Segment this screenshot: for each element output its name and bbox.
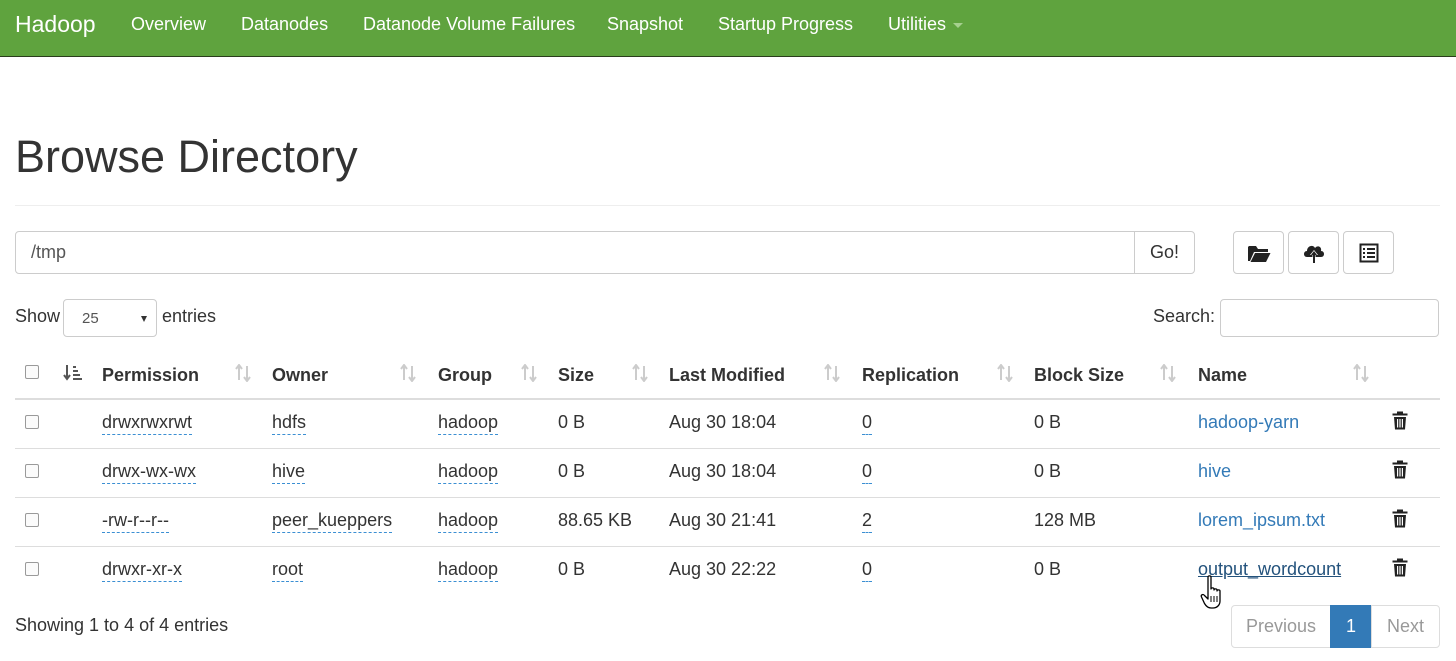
file-name-link[interactable]: hadoop-yarn xyxy=(1198,412,1299,433)
permission-cell[interactable]: drwx-wx-wx xyxy=(102,461,196,484)
sort-both-icon[interactable] xyxy=(1353,364,1369,382)
replication-cell[interactable]: 2 xyxy=(862,510,873,533)
group-cell[interactable]: hadoop xyxy=(438,559,499,582)
entries-select-value: 25 xyxy=(82,310,99,327)
size-cell: 0 B xyxy=(558,412,586,432)
size-cell: 0 B xyxy=(558,461,586,481)
last-modified-cell: Aug 30 18:04 xyxy=(669,412,777,432)
replication-cell[interactable]: 0 xyxy=(862,461,873,484)
caret-down-icon xyxy=(953,22,964,28)
group-cell[interactable]: hadoop xyxy=(438,461,499,484)
last-modified-cell: Aug 30 18:04 xyxy=(669,461,777,481)
hand-pointer-icon xyxy=(1200,575,1221,609)
search-input[interactable] xyxy=(1220,299,1439,337)
trash-icon[interactable] xyxy=(1392,509,1408,528)
entries-label: entries xyxy=(162,306,217,326)
row-checkbox[interactable] xyxy=(25,562,39,576)
nav-utilities-dropdown[interactable]: Utilities xyxy=(888,14,964,35)
last-modified-cell: Aug 30 21:41 xyxy=(669,510,777,530)
entries-per-page-select[interactable]: 25 xyxy=(63,299,157,337)
trash-icon[interactable] xyxy=(1392,558,1408,577)
file-name-link[interactable]: hive xyxy=(1198,461,1231,482)
row-divider xyxy=(15,448,1440,449)
nav-utilities-label: Utilities xyxy=(888,14,947,34)
row-divider xyxy=(15,546,1440,547)
col-block-size[interactable]: Block Size xyxy=(1034,365,1124,386)
permission-cell[interactable]: -rw-r--r-- xyxy=(102,510,169,533)
nav-volume-failures[interactable]: Datanode Volume Failures xyxy=(363,14,575,35)
brand-link[interactable]: Hadoop xyxy=(15,11,96,38)
table-header-divider xyxy=(15,398,1440,400)
trash-icon[interactable] xyxy=(1392,411,1408,430)
col-replication[interactable]: Replication xyxy=(862,365,959,386)
sort-both-icon[interactable] xyxy=(235,364,251,382)
nav-overview[interactable]: Overview xyxy=(131,14,206,35)
sort-both-icon[interactable] xyxy=(400,364,416,382)
select-arrow-icon xyxy=(141,316,147,322)
create-directory-button[interactable] xyxy=(1233,231,1284,274)
list-alt-icon xyxy=(1359,243,1378,262)
nav-snapshot[interactable]: Snapshot xyxy=(607,14,683,35)
page-title: Browse Directory xyxy=(15,131,358,182)
folder-open-icon xyxy=(1247,245,1270,262)
previous-page-button[interactable]: Previous xyxy=(1231,605,1331,648)
col-last-modified[interactable]: Last Modified xyxy=(669,365,785,386)
sort-both-icon[interactable] xyxy=(997,364,1013,382)
show-label: Show xyxy=(15,306,61,326)
search-label: Search: xyxy=(1153,306,1216,326)
sort-both-icon[interactable] xyxy=(521,364,537,382)
next-page-button[interactable]: Next xyxy=(1371,605,1440,648)
nav-startup-progress[interactable]: Startup Progress xyxy=(718,14,853,35)
owner-cell[interactable]: root xyxy=(272,559,304,582)
owner-cell[interactable]: hive xyxy=(272,461,306,484)
row-checkbox[interactable] xyxy=(25,513,39,527)
owner-cell[interactable]: hdfs xyxy=(272,412,307,435)
directory-path-input[interactable] xyxy=(15,231,1135,274)
cut-paste-button[interactable] xyxy=(1343,231,1394,274)
trash-icon[interactable] xyxy=(1392,460,1408,479)
table-info: Showing 1 to 4 of 4 entries xyxy=(15,615,229,635)
replication-cell[interactable]: 0 xyxy=(862,412,873,435)
last-modified-cell: Aug 30 22:22 xyxy=(669,559,777,579)
block-size-cell: 0 B xyxy=(1034,461,1062,481)
col-group[interactable]: Group xyxy=(438,365,492,386)
row-checkbox[interactable] xyxy=(25,415,39,429)
replication-cell[interactable]: 0 xyxy=(862,559,873,582)
block-size-cell: 0 B xyxy=(1034,559,1062,579)
sort-amount-asc-icon[interactable] xyxy=(63,364,83,382)
go-button[interactable]: Go! xyxy=(1134,231,1195,274)
sort-both-icon[interactable] xyxy=(632,364,648,382)
permission-cell[interactable]: drwxrwxrwt xyxy=(102,412,192,435)
col-name[interactable]: Name xyxy=(1198,365,1247,386)
permission-cell[interactable]: drwxr-xr-x xyxy=(102,559,182,582)
cloud-upload-icon xyxy=(1303,245,1324,263)
block-size-cell: 0 B xyxy=(1034,412,1062,432)
group-cell[interactable]: hadoop xyxy=(438,412,499,435)
upload-files-button[interactable] xyxy=(1288,231,1339,274)
sort-both-icon[interactable] xyxy=(1160,364,1176,382)
size-cell: 88.65 KB xyxy=(558,510,633,530)
select-all-checkbox[interactable] xyxy=(25,365,39,379)
col-permission[interactable]: Permission xyxy=(102,365,199,386)
size-cell: 0 B xyxy=(558,559,586,579)
col-size[interactable]: Size xyxy=(558,365,594,386)
file-name-link[interactable]: lorem_ipsum.txt xyxy=(1198,510,1325,531)
top-navbar: Hadoop Overview Datanodes Datanode Volum… xyxy=(0,0,1456,57)
sort-both-icon[interactable] xyxy=(824,364,840,382)
row-checkbox[interactable] xyxy=(25,464,39,478)
block-size-cell: 128 MB xyxy=(1034,510,1097,530)
owner-cell[interactable]: peer_kueppers xyxy=(272,510,393,533)
header-divider xyxy=(15,205,1440,206)
row-divider xyxy=(15,497,1440,498)
col-owner[interactable]: Owner xyxy=(272,365,328,386)
nav-datanodes[interactable]: Datanodes xyxy=(241,14,328,35)
page-1-button[interactable]: 1 xyxy=(1330,605,1372,648)
group-cell[interactable]: hadoop xyxy=(438,510,499,533)
